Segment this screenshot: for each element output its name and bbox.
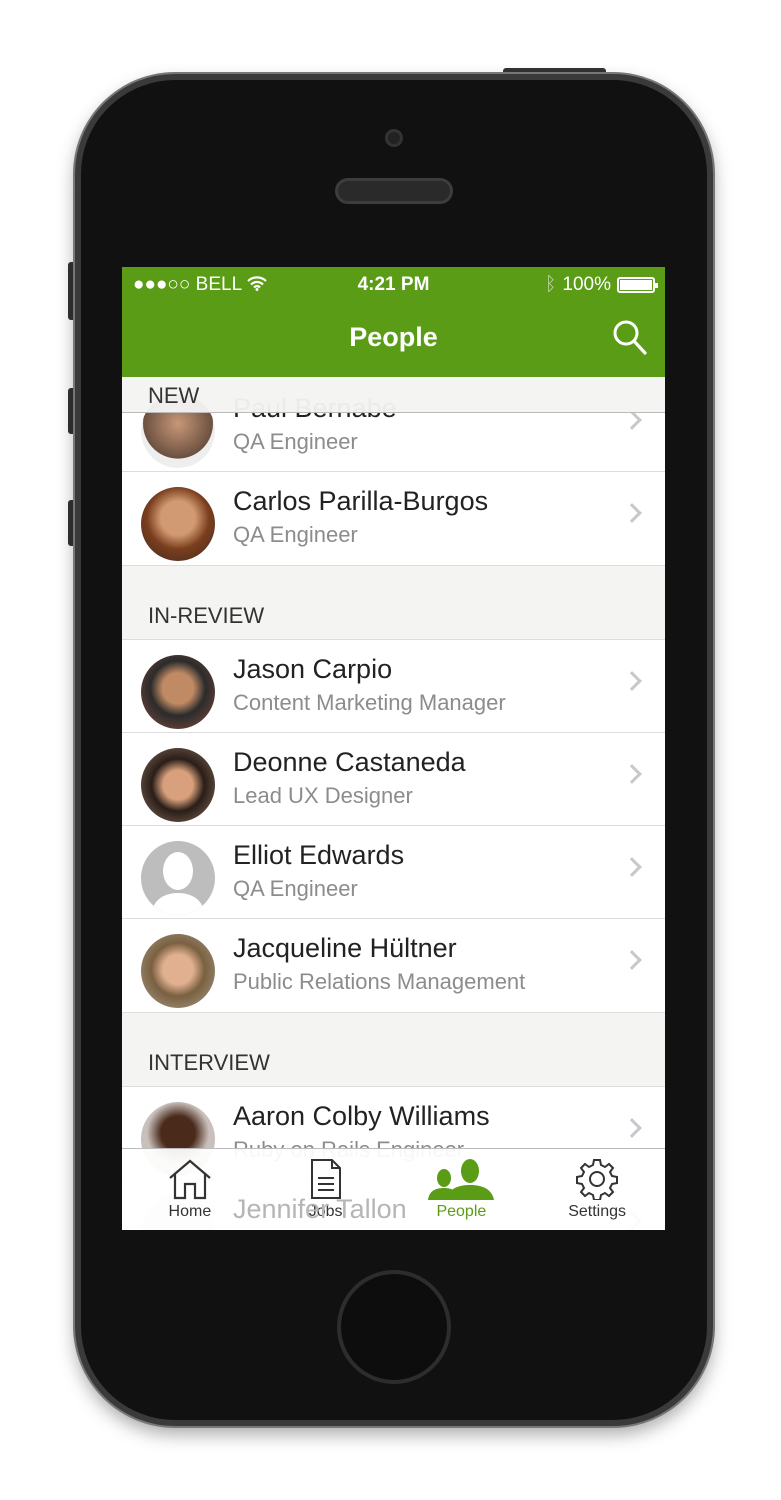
person-row[interactable]: Deonne Castaneda Lead UX Designer xyxy=(122,733,665,826)
home-icon xyxy=(169,1159,211,1200)
bluetooth-icon: ᛒ xyxy=(544,274,557,295)
chevron-right-icon xyxy=(622,671,642,691)
chevron-right-icon xyxy=(622,503,642,523)
avatar xyxy=(141,748,215,822)
gear-icon xyxy=(576,1159,619,1200)
chevron-right-icon xyxy=(622,950,642,970)
section-header: IN-REVIEW xyxy=(122,565,665,640)
screen: ●●●○○ BELL 4:21 PM ᛒ100% People Paul Ber… xyxy=(122,267,665,1230)
sticky-section-header: NEW xyxy=(122,377,665,413)
chevron-right-icon xyxy=(622,410,642,430)
chevron-right-icon xyxy=(622,1118,642,1138)
tab-settings[interactable]: Settings xyxy=(529,1149,665,1230)
search-icon[interactable] xyxy=(613,320,647,356)
section-header: INTERVIEW xyxy=(122,1012,665,1087)
avatar-placeholder xyxy=(141,841,215,915)
page-title: People xyxy=(349,322,438,352)
speaker xyxy=(335,178,453,204)
chevron-right-icon xyxy=(622,857,642,877)
status-bar: ●●●○○ BELL 4:21 PM ᛒ 100% xyxy=(122,267,665,300)
person-row[interactable]: Elliot Edwards QA Engineer xyxy=(122,826,665,919)
nav-bar: People xyxy=(122,300,665,377)
avatar xyxy=(141,934,215,1008)
home-hardware-button xyxy=(337,1270,451,1384)
chevron-right-icon xyxy=(622,764,642,784)
avatar xyxy=(141,487,215,561)
tab-people[interactable]: People xyxy=(394,1149,530,1230)
person-row[interactable]: Carlos Parilla-Burgos QA Engineer xyxy=(122,472,665,565)
battery-percent: 100% xyxy=(562,274,611,295)
person-name-under-tabbar: Jennifer Tallon xyxy=(233,1194,407,1224)
person-row[interactable]: Jason Carpio Content Marketing Manager xyxy=(122,640,665,733)
camera xyxy=(385,129,403,147)
people-icon xyxy=(428,1159,495,1200)
battery-icon xyxy=(617,277,658,293)
people-list[interactable]: Paul BernabeQA Engineer Carlos Parilla-B… xyxy=(122,379,665,1230)
avatar xyxy=(141,655,215,729)
person-row[interactable]: Jacqueline Hültner Public Relations Manag… xyxy=(122,919,665,1012)
